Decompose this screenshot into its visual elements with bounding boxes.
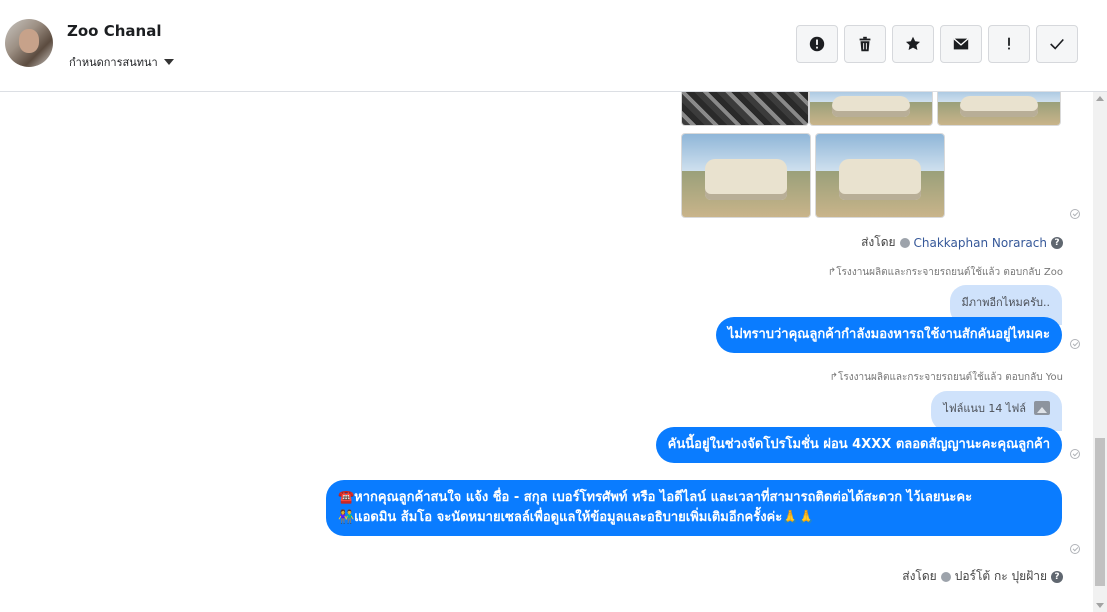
agent-icon bbox=[899, 237, 910, 248]
report-icon bbox=[809, 36, 825, 52]
reply-note: ↱โรงงานผลิตและกระจายรถยนต์ใช้แล้ว ตอบกลั… bbox=[829, 372, 1063, 383]
seen-check-icon bbox=[1070, 339, 1080, 349]
sent-by-prefix: ส่งโดย bbox=[902, 569, 937, 583]
attachment-photo[interactable] bbox=[681, 133, 811, 218]
agent-icon bbox=[940, 571, 951, 582]
conversation-header: Zoo Chanal กำหนดการสนทนา bbox=[0, 0, 1107, 92]
important-button[interactable] bbox=[988, 25, 1030, 63]
seen-check-icon bbox=[1070, 449, 1080, 459]
message-bubble[interactable]: ไม่ทราบว่าคุณลูกค้ากำลังมองหารถใช้งานสัก… bbox=[715, 317, 1062, 353]
help-icon[interactable]: ? bbox=[1051, 570, 1063, 583]
avatar[interactable] bbox=[5, 19, 53, 67]
sent-by: ส่งโดย Chakkaphan Norarach ? bbox=[861, 233, 1063, 252]
scroll-up-icon[interactable] bbox=[1096, 96, 1104, 101]
message-bubble[interactable]: ☎️หากคุณลูกค้าสนใจ แจ้ง ชื่อ - สกุล เบอร… bbox=[326, 480, 1062, 536]
message-line: ☎️หากคุณลูกค้าสนใจ แจ้ง ชื่อ - สกุล เบอร… bbox=[338, 490, 973, 505]
delete-button[interactable] bbox=[844, 25, 886, 63]
seen-check-icon bbox=[1070, 544, 1080, 554]
quoted-text: มีภาพอีกไหมครับ.. bbox=[961, 296, 1050, 309]
trash-icon bbox=[859, 36, 871, 52]
star-button[interactable] bbox=[892, 25, 934, 63]
message-bubble[interactable]: คันนี้อยู่ในช่วงจัดโปรโมชั่น ผ่อน 4XXX ต… bbox=[655, 427, 1062, 463]
reply-note: ↱โรงงานผลิตและกระจายรถยนต์ใช้แล้ว ตอบกลั… bbox=[827, 267, 1063, 278]
seen-check-icon bbox=[1070, 209, 1080, 219]
quoted-text: ไฟล์แนบ 14 ไฟล์ bbox=[943, 402, 1026, 415]
message-line: 👫แอดมิน ส้มโอ จะนัดหมายเซลล์เพื่อดูแลให้… bbox=[338, 510, 815, 525]
mark-unread-button[interactable] bbox=[940, 25, 982, 63]
scroll-down-icon[interactable] bbox=[1096, 603, 1104, 608]
conversation-assign-dropdown[interactable]: กำหนดการสนทนา bbox=[69, 53, 174, 71]
sender-name[interactable]: Chakkaphan Norarach bbox=[914, 236, 1047, 250]
help-icon[interactable]: ? bbox=[1051, 236, 1063, 249]
attachment-photo[interactable] bbox=[937, 92, 1061, 126]
caret-down-icon bbox=[163, 59, 174, 65]
sent-by: ส่งโดย ปอร์โต้ กะ ปุยฝ้าย ? bbox=[902, 567, 1063, 586]
attachment-photo[interactable] bbox=[815, 133, 945, 218]
report-button[interactable] bbox=[796, 25, 838, 63]
sender-name[interactable]: ปอร์โต้ กะ ปุยฝ้าย bbox=[955, 567, 1047, 586]
checkmark-icon bbox=[1050, 38, 1064, 50]
attachment-photo[interactable] bbox=[681, 92, 809, 126]
message-thread[interactable]: ส่งโดย Chakkaphan Norarach ? ↱โรงงานผลิต… bbox=[0, 92, 1093, 612]
scrollbar[interactable] bbox=[1093, 92, 1107, 612]
assign-label: กำหนดการสนทนา bbox=[69, 56, 158, 69]
mail-icon bbox=[953, 38, 969, 50]
scrollbar-thumb[interactable] bbox=[1095, 438, 1105, 586]
quoted-message[interactable]: ไฟล์แนบ 14 ไฟล์ bbox=[931, 391, 1062, 431]
exclamation-icon bbox=[1008, 37, 1010, 50]
attachment-photo[interactable] bbox=[809, 92, 933, 126]
image-icon bbox=[1034, 401, 1050, 415]
done-button[interactable] bbox=[1036, 25, 1078, 63]
star-icon bbox=[905, 36, 921, 51]
sent-by-prefix: ส่งโดย bbox=[861, 235, 896, 249]
contact-name[interactable]: Zoo Chanal bbox=[67, 22, 161, 40]
header-actions bbox=[796, 25, 1078, 63]
